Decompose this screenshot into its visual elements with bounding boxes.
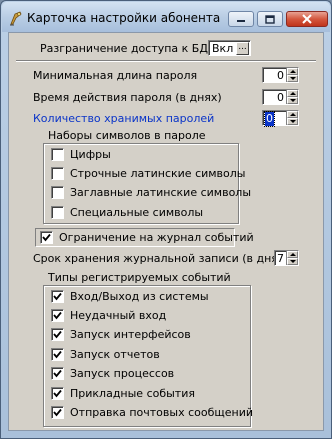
access-value: Вкл [212,42,234,55]
checkmark-icon [53,369,62,378]
checkmark-icon [53,292,62,301]
title-bar[interactable]: Карточка настройки абонента "Г... [2,2,330,32]
checkbox-lowercase-latin[interactable]: Строчные латинские символы [51,166,246,181]
checkmark-icon [53,311,62,320]
spin-up-icon[interactable] [287,68,298,75]
checkbox-uppercase-latin[interactable]: Заглавные латинские символы [51,185,251,200]
checkbox-report-launch[interactable]: Запуск отчетов [51,347,160,362]
spin-up-icon[interactable] [287,111,298,118]
checkbox-journal-limit[interactable]: Ограничение на журнал событий [40,230,254,245]
checkbox-box[interactable] [51,148,64,161]
checkbox-box[interactable] [51,406,64,419]
access-picker-button[interactable]: ... [236,42,249,55]
checkmark-icon [42,233,51,242]
checkbox-box[interactable] [51,206,64,219]
spin-down-icon[interactable] [287,118,298,125]
checkbox-label: Цифры [70,148,111,161]
access-field[interactable]: Вкл ... [208,40,251,56]
checkmark-icon [53,350,62,359]
checkbox-label: Прикладные события [70,387,195,400]
minimize-button[interactable] [228,11,254,27]
checkbox-interface-launch[interactable]: Запуск интерфейсов [51,327,191,342]
checkbox-label: Отправка почтовых сообщений [70,406,253,419]
checkbox-label: Вход/Выход из системы [70,290,209,303]
checkbox-box[interactable] [51,387,64,400]
charsets-title: Наборы символов в пароле [48,129,206,142]
checkbox-label: Запуск отчетов [70,348,160,361]
checkbox-box[interactable] [51,186,64,199]
events-title: Типы регистрируемых событий [48,271,231,284]
checkmark-icon [53,389,62,398]
checkbox-digits[interactable]: Цифры [51,147,111,162]
checkbox-label: Специальные символы [70,206,204,219]
validity-value: 0 [277,91,284,104]
checkbox-label: Строчные латинские символы [70,167,246,180]
validity-spinner[interactable]: 0 [262,89,299,105]
checkbox-label: Неудачный вход [70,309,167,322]
min-length-spin-buttons[interactable] [286,68,298,82]
maximize-button[interactable] [257,11,283,27]
history-count-spin-buttons[interactable] [286,111,298,125]
history-count-spinner[interactable]: 0 [262,110,299,127]
checkbox-label: Запуск интерфейсов [70,328,191,341]
spin-down-icon[interactable] [287,75,298,82]
min-length-label: Минимальная длина пароля [33,69,198,82]
spin-up-icon[interactable] [287,251,298,258]
checkbox-box[interactable] [51,328,64,341]
checkbox-box[interactable] [40,231,53,244]
separator [16,60,316,62]
history-count-label: Количество хранимых паролей [33,112,215,125]
checkbox-box[interactable] [51,167,64,180]
checkbox-login-logout[interactable]: Вход/Выход из системы [51,289,209,304]
minimize-icon [237,20,245,22]
checkmark-icon [53,408,62,417]
maximize-icon [265,14,275,24]
checkbox-label: Заглавные латинские символы [70,186,252,199]
retention-label: Срок хранения журнальной записи (в днях) [33,252,289,265]
checkbox-mail-sending[interactable]: Отправка почтовых сообщений [51,405,253,420]
close-button[interactable] [286,11,328,27]
close-icon [302,14,312,24]
window-title: Карточка настройки абонента "Г... [27,11,222,25]
access-label: Разграничение доступа к БД [40,42,208,55]
checkbox-box[interactable] [51,348,64,361]
checkbox-process-launch[interactable]: Запуск процессов [51,366,174,381]
retention-value: 7 [277,252,284,265]
spin-down-icon[interactable] [287,97,298,104]
settings-window: Карточка настройки абонента "Г... Разгра… [0,0,332,439]
history-count-value: 0 [264,111,275,127]
checkbox-special-chars[interactable]: Специальные символы [51,205,203,220]
checkbox-box[interactable] [51,367,64,380]
validity-label: Время действия пароля (в днях) [33,91,222,104]
checkbox-box[interactable] [51,290,64,303]
spin-down-icon[interactable] [287,258,298,265]
min-length-spinner[interactable]: 0 [262,67,299,83]
spin-up-icon[interactable] [287,90,298,97]
checkbox-failed-login[interactable]: Неудачный вход [51,308,166,323]
min-length-value: 0 [277,69,284,82]
checkbox-box[interactable] [51,309,64,322]
validity-spin-buttons[interactable] [286,90,298,104]
dialog-body: Разграничение доступа к БД Вкл ... Миним… [8,32,324,431]
checkbox-label: Запуск процессов [70,367,175,380]
retention-spinner[interactable]: 7 [274,250,299,266]
checkbox-label: Ограничение на журнал событий [59,231,254,244]
app-icon [10,11,22,26]
checkbox-app-events[interactable]: Прикладные события [51,386,195,401]
retention-spin-buttons[interactable] [286,251,298,265]
checkmark-icon [53,330,62,339]
